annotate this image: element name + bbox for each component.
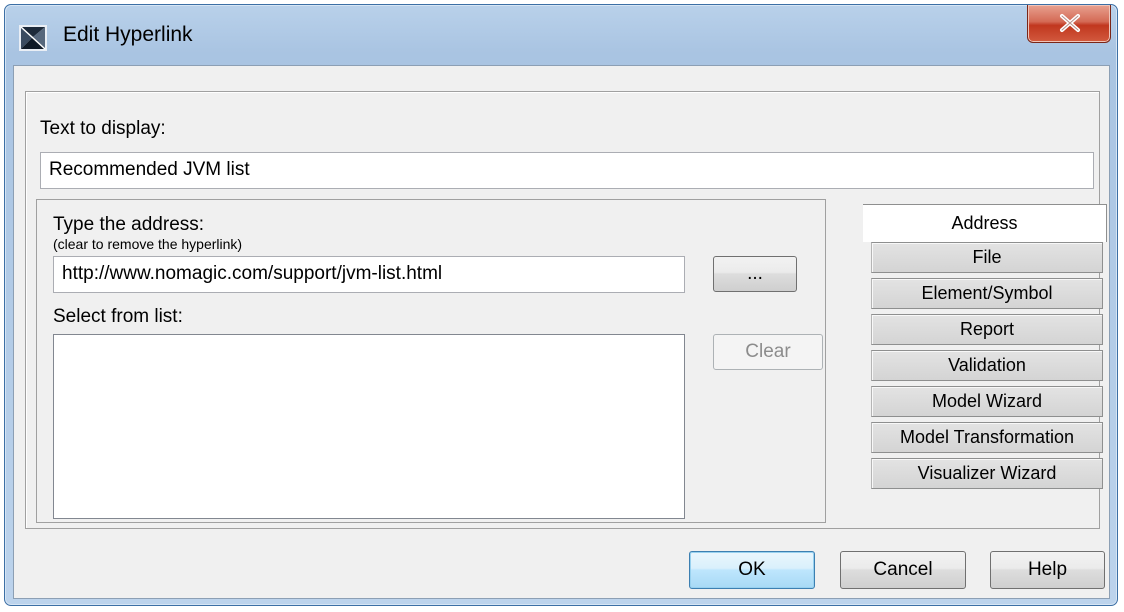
address-list[interactable] [53,334,685,519]
tab-validation[interactable]: Validation [871,350,1103,381]
dialog-window: Edit Hyperlink Text to display: Recommen… [4,4,1118,606]
tab-model-wizard[interactable]: Model Wizard [871,386,1103,417]
select-from-list-label: Select from list: [53,306,183,327]
dialog-content: Text to display: Recommended JVM list Ty… [13,65,1110,599]
window-title: Edit Hyperlink [63,23,193,46]
clear-button[interactable]: Clear [713,334,823,370]
tab-report[interactable]: Report [871,314,1103,345]
browse-button[interactable]: ... [713,256,797,292]
tab-address[interactable]: Address [863,204,1107,242]
title-bar[interactable]: Edit Hyperlink [5,5,1117,65]
close-icon [1060,14,1080,32]
help-button[interactable]: Help [990,551,1105,589]
address-panel: Type the address: (clear to remove the h… [36,199,826,523]
app-logo-icon [19,25,47,51]
text-to-display-input[interactable]: Recommended JVM list [40,152,1094,189]
hyperlink-type-tabs: Address File Element/Symbol Report Valid… [863,204,1111,518]
type-address-hint: (clear to remove the hyperlink) [53,236,243,252]
cancel-button[interactable]: Cancel [840,551,966,589]
address-input[interactable]: http://www.nomagic.com/support/jvm-list.… [53,256,685,293]
tab-model-transformation[interactable]: Model Transformation [871,422,1103,453]
tab-element-symbol[interactable]: Element/Symbol [871,278,1103,309]
text-to-display-label: Text to display: [40,118,166,139]
ok-button[interactable]: OK [689,551,815,589]
type-address-label: Type the address: [53,214,205,235]
tab-file[interactable]: File [871,242,1103,273]
hyperlink-group: Text to display: Recommended JVM list Ty… [25,91,1107,529]
close-button[interactable] [1027,5,1111,43]
tab-visualizer-wizard[interactable]: Visualizer Wizard [871,458,1103,489]
